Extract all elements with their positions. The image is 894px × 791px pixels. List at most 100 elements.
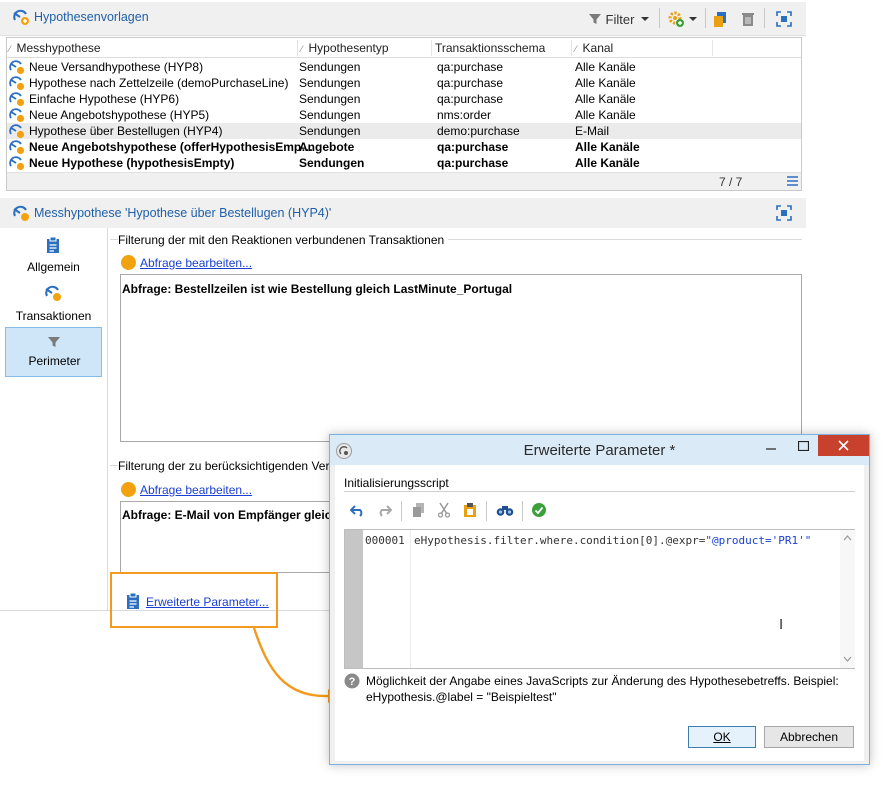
hypothesis-icon (45, 285, 61, 301)
duplicate-icon (714, 12, 726, 27)
dialog-title: Erweiterte Parameter * (523, 442, 676, 459)
find-button[interactable] (494, 501, 516, 519)
table-cell: Sendungen (299, 108, 361, 122)
table-row[interactable]: Hypothese über Bestellugen (HYP4) Sendung… (7, 123, 801, 139)
delete-button[interactable] (737, 9, 759, 29)
column-header-messhypothese[interactable]: ⁄ Messhypothese (9, 41, 101, 55)
paste-button[interactable] (460, 501, 480, 519)
script-editor[interactable]: 000001 eHypothesis.filter.where.conditio… (344, 529, 855, 669)
maximize-panel-button[interactable] (772, 9, 796, 29)
query-box-1 (120, 274, 802, 442)
editor-gutter (345, 530, 363, 668)
hypothesis-icon (13, 205, 29, 221)
detail-side-nav: Allgemein Transaktionen Perimeter (0, 228, 108, 611)
table-footer: 7 / 7 (7, 172, 801, 190)
funnel-icon (48, 337, 60, 347)
cancel-label: Abbrechen (779, 730, 839, 744)
scroll-up-icon[interactable] (843, 535, 852, 541)
checkmark-icon (532, 503, 546, 517)
column-header-transaktionsschema[interactable]: Transaktionsschema (435, 41, 545, 55)
undo-button[interactable] (348, 501, 368, 519)
query-icon (121, 482, 136, 497)
toolbar-separator (522, 501, 523, 521)
query-text-1: Abfrage: Bestellzeilen ist wie Bestellun… (122, 282, 513, 296)
detail-title: Messhypothese 'Hypothese über Bestelluge… (34, 206, 332, 220)
hypothesis-icon (9, 76, 25, 91)
minimize-button[interactable] (760, 437, 782, 455)
column-divider (712, 40, 713, 56)
table-row[interactable]: Hypothese nach Zettelzeile (demoPurchase… (7, 75, 801, 91)
record-count: 7 / 7 (719, 175, 743, 189)
table-cell: Hypothese nach Zettelzeile (demoPurchase… (29, 76, 289, 90)
dropdown-arrow-icon (688, 17, 697, 21)
hypothesis-table: ⁄ Messhypothese ⁄ Hypothesentyp Transaktio… (6, 37, 802, 191)
advanced-parameters-link[interactable]: Erweiterte Parameter... (146, 595, 269, 609)
table-cell: qa:purchase (437, 156, 509, 170)
hypothesis-icon (13, 9, 29, 25)
help-icon: ? (344, 673, 360, 689)
column-header-kanal[interactable]: ⁄ Kanal (575, 41, 613, 55)
trash-icon (742, 13, 754, 26)
table-cell: Sendungen (299, 124, 361, 138)
copy-button[interactable] (409, 501, 429, 519)
table-cell: qa:purchase (437, 140, 509, 154)
hypothesis-icon (9, 156, 25, 171)
table-cell: Alle Kanäle (575, 156, 640, 170)
hypothesis-icon (9, 108, 25, 123)
edit-query-link-2[interactable]: Abfrage bearbeiten... (140, 483, 252, 497)
table-cell: Sendungen (299, 156, 365, 170)
line-number: 000001 (365, 534, 405, 547)
table-cell: demo:purchase (437, 124, 520, 138)
column-header-hypothesentyp[interactable]: ⁄ Hypothesentyp (301, 41, 389, 55)
table-cell: Angebote (299, 140, 355, 154)
ok-button[interactable]: OK (688, 726, 756, 748)
cut-button[interactable] (434, 501, 454, 519)
filter-button[interactable]: Filter (584, 9, 654, 29)
validate-button[interactable] (529, 501, 549, 519)
scissors-icon (437, 502, 451, 518)
table-header: ⁄ Messhypothese ⁄ Hypothesentyp Transaktio… (7, 38, 801, 58)
toolbar-separator (486, 501, 487, 521)
undo-icon (350, 505, 363, 517)
nav-label: Perimeter (28, 354, 81, 368)
redo-button[interactable] (374, 501, 394, 519)
hypothesis-icon (9, 60, 25, 75)
nav-item-transaktionen[interactable]: Transaktionen (5, 281, 102, 329)
maximize-button[interactable] (792, 437, 814, 455)
table-row[interactable]: Neue Hypothese (hypothesisEmpty) Sendunge… (7, 155, 801, 171)
table-row[interactable]: Neue Versandhypothese (HYP8) Sendungen qa:… (7, 59, 801, 75)
table-cell: Einfache Hypothese (HYP6) (29, 92, 180, 106)
table-row[interactable]: Einfache Hypothese (HYP6) Sendungen qa:pur… (7, 91, 801, 107)
ok-label: OK (713, 730, 731, 744)
toolbar-separator (401, 501, 402, 521)
maximize-detail-button[interactable] (772, 203, 796, 223)
code-text: eHypothesis.filter.where.condition[0].@e… (414, 534, 706, 547)
scroll-down-icon[interactable] (843, 656, 852, 662)
nav-label: Transaktionen (15, 309, 92, 323)
nav-item-perimeter[interactable]: Perimeter (5, 327, 102, 377)
table-cell: qa:purchase (437, 92, 504, 106)
table-cell: nms:order (437, 108, 492, 122)
help-text-line1: Möglichkeit der Angabe eines JavaScripts… (366, 674, 839, 688)
table-cell: Neue Angebotshypothese (HYP5) (29, 108, 210, 122)
cancel-button[interactable]: Abbrechen (764, 726, 854, 748)
editor-scrollbar[interactable] (840, 530, 855, 668)
help-text-line2: eHypothesis.@label = "Beispieltest" (366, 690, 557, 704)
section1-title: Filterung der mit den Reaktionen verbund… (118, 233, 449, 247)
section2-title: Filterung der zu berücksichtigenden Ver (118, 459, 334, 473)
table-cell: E-Mail (575, 124, 610, 138)
edit-query-link-1[interactable]: Abfrage bearbeiten... (140, 256, 252, 270)
query-icon (121, 255, 136, 270)
table-cell: Alle Kanäle (575, 92, 636, 106)
hypothesis-templates-panel: Hypothesenvorlagen Filter ⁄ Messhypothes… (0, 0, 806, 196)
table-row[interactable]: Neue Angebotshypothese (offerHypothesisE… (7, 139, 801, 155)
list-menu-icon[interactable] (787, 176, 798, 186)
hypothesis-icon (9, 92, 25, 107)
nav-item-allgemein[interactable]: Allgemein (5, 232, 102, 280)
toolbar-separator (705, 8, 706, 28)
table-row[interactable]: Neue Angebotshypothese (HYP5) Sendungen nm… (7, 107, 801, 123)
actions-menu-button[interactable] (665, 9, 699, 29)
section-title: Initialisierungsscript (344, 476, 449, 490)
duplicate-button[interactable] (710, 9, 732, 29)
close-button[interactable] (818, 435, 869, 456)
